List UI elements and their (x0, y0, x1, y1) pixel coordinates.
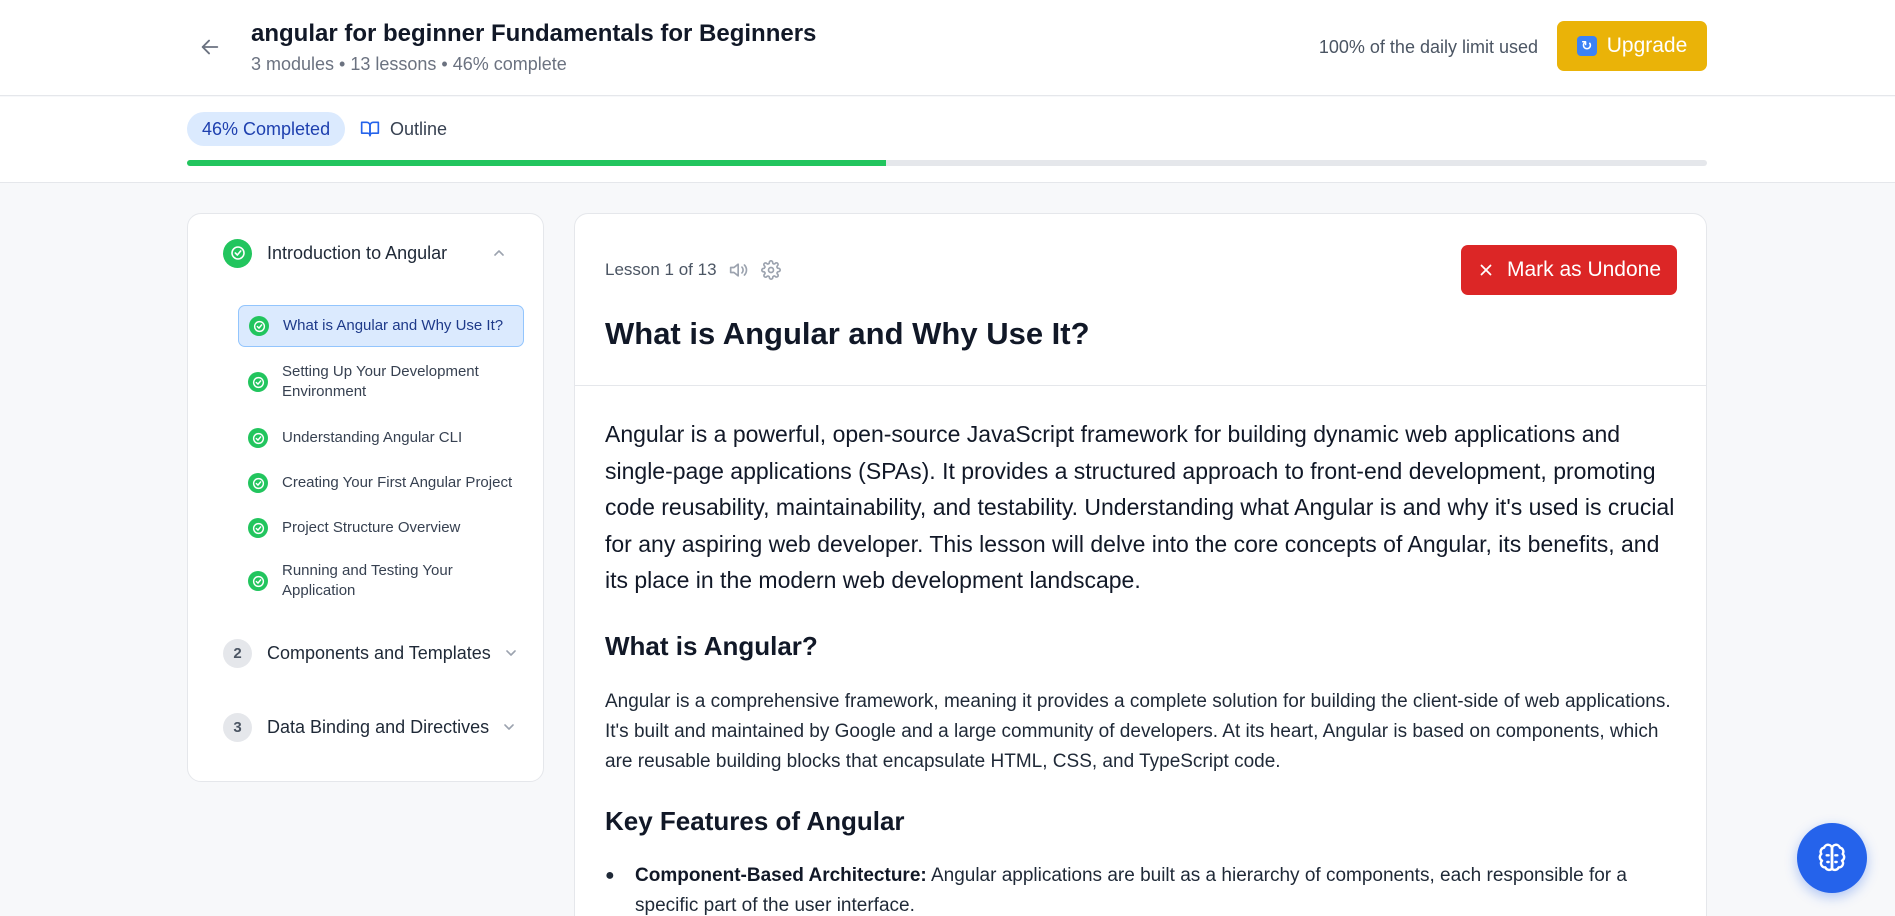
lesson-title: Project Structure Overview (282, 519, 461, 536)
lesson-title: What is Angular and Why Use It? (605, 316, 1090, 351)
lesson-item-1[interactable]: What is Angular and Why Use It? (238, 305, 524, 347)
lesson-item-4[interactable]: Creating Your First Angular Project (238, 469, 524, 497)
ai-assistant-button[interactable] (1797, 823, 1867, 893)
mark-as-undone-label: Mark as Undone (1506, 258, 1662, 281)
check-circle-icon (248, 518, 268, 538)
arrow-left-icon (201, 39, 219, 55)
section-heading: What is Angular? (605, 631, 818, 661)
close-icon (1480, 264, 1492, 276)
feature-text: Component-Based Architecture: Angular ap… (635, 861, 1685, 916)
module-1-header[interactable]: Introduction to Angular (223, 235, 519, 271)
progress-bar-section: 46% Completed Outline (0, 97, 1895, 183)
upgrade-button[interactable]: ↻ Upgrade (1557, 21, 1707, 71)
module-number: 2 (223, 638, 252, 668)
course-progress-track (187, 160, 1707, 166)
module-3-header[interactable]: 3 Data Binding and Directives (223, 709, 519, 745)
lesson-counter: Lesson 1 of 13 (605, 260, 717, 279)
lesson-meta: Lesson 1 of 13 (605, 260, 781, 280)
check-circle-icon (223, 238, 252, 268)
lesson-title: Understanding Angular CLI (282, 429, 463, 446)
upgrade-label: Upgrade (1606, 34, 1688, 57)
check-circle-icon (248, 473, 268, 493)
chevron-down-icon[interactable] (501, 719, 517, 735)
course-title: angular for beginner Fundamentals for Be… (251, 20, 817, 47)
course-progress-fill (187, 160, 887, 166)
speaker-icon[interactable] (729, 260, 749, 280)
outline-label: Outline (390, 118, 448, 139)
lesson-item-3[interactable]: Understanding Angular CLI (238, 424, 524, 452)
refresh-icon: ↻ (1576, 36, 1597, 56)
check-circle-icon (248, 372, 268, 392)
gear-icon[interactable] (760, 260, 781, 280)
book-open-icon (360, 121, 380, 137)
lesson-item-2[interactable]: Setting Up Your Development Environment (238, 360, 524, 404)
feature-list: ● Component-Based Architecture: Angular … (605, 861, 1685, 916)
lesson-title: Running and Testing Your Application (282, 562, 453, 599)
completion-pill: 46% Completed (187, 112, 346, 146)
daily-limit-text: 100% of the daily limit used (1318, 37, 1538, 57)
lesson-item-5[interactable]: Project Structure Overview (238, 514, 524, 542)
outline-tab[interactable]: Outline (360, 115, 447, 143)
mark-as-undone-button[interactable]: Mark as Undone (1461, 245, 1677, 295)
lesson-title: What is Angular and Why Use It? (283, 317, 504, 334)
lesson-intro: Angular is a powerful, open-source JavaS… (605, 421, 1675, 593)
lesson-content-panel: Lesson 1 of 13 Mark as Undone What is An… (574, 213, 1707, 916)
lesson-item-6[interactable]: Running and Testing Your Application (238, 559, 524, 603)
brain-icon (1818, 843, 1846, 872)
check-circle-icon (248, 571, 268, 591)
divider (575, 385, 1706, 386)
bullet: ● (605, 867, 615, 884)
module-title: Components and Templates (267, 642, 491, 663)
module-title: Data Binding and Directives (267, 716, 490, 737)
section-body: Angular is a comprehensive framework, me… (605, 691, 1671, 772)
back-button[interactable] (196, 33, 224, 61)
check-circle-icon (248, 428, 268, 448)
check-circle-icon (249, 316, 269, 336)
module-title: Introduction to Angular (267, 242, 448, 263)
section-heading: Key Features of Angular (605, 806, 905, 836)
course-meta: 3 modules • 13 lessons • 46% complete (251, 54, 567, 74)
lesson-title: Setting Up Your Development Environment (282, 363, 479, 400)
feature-term: Component-Based Architecture: (635, 865, 927, 886)
module-sidebar: Introduction to Angular What is Angular … (187, 213, 544, 782)
chevron-up-icon[interactable] (491, 245, 507, 261)
module-number: 3 (223, 712, 252, 742)
top-bar: angular for beginner Fundamentals for Be… (0, 0, 1895, 96)
module-2-header[interactable]: 2 Components and Templates (223, 635, 519, 671)
chevron-down-icon[interactable] (503, 645, 519, 661)
feature-item: ● Component-Based Architecture: Angular … (605, 861, 1685, 916)
lesson-title: Creating Your First Angular Project (282, 474, 513, 491)
